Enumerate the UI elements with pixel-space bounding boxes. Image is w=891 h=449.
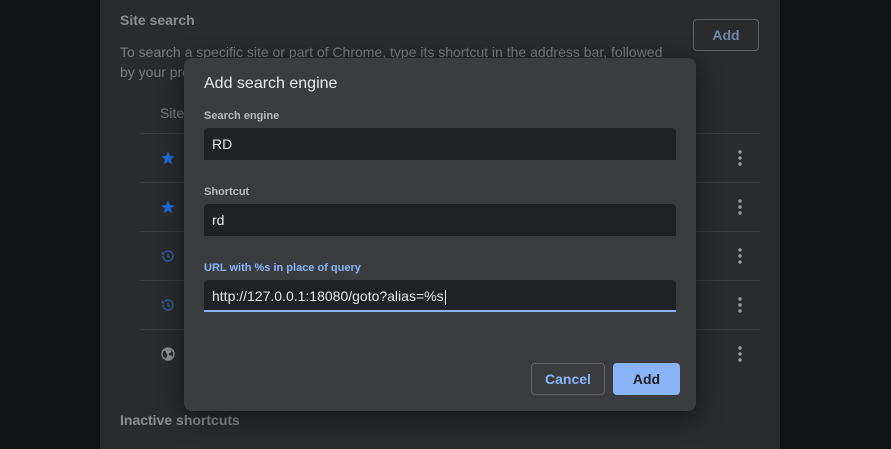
url-label: URL with %s in place of query bbox=[204, 262, 361, 274]
more-vert-icon[interactable] bbox=[737, 297, 743, 313]
search-engine-input[interactable]: RD bbox=[204, 128, 676, 160]
more-vert-icon[interactable] bbox=[737, 150, 743, 166]
shortcut-value: rd bbox=[212, 212, 225, 228]
history-icon bbox=[161, 250, 174, 262]
url-value: http://127.0.0.1:18080/goto?alias=%s bbox=[212, 288, 444, 304]
add-site-search-button[interactable]: Add bbox=[693, 19, 759, 51]
history-icon bbox=[161, 299, 174, 311]
add-button[interactable]: Add bbox=[613, 363, 680, 395]
more-vert-icon[interactable] bbox=[737, 199, 743, 215]
search-engine-value: RD bbox=[212, 136, 233, 152]
url-input[interactable]: http://127.0.0.1:18080/goto?alias=%s bbox=[204, 280, 676, 312]
star-icon bbox=[161, 151, 175, 165]
cancel-button[interactable]: Cancel bbox=[531, 363, 605, 395]
star-icon bbox=[161, 200, 175, 214]
text-caret bbox=[444, 289, 446, 305]
dialog-title: Add search engine bbox=[204, 75, 338, 92]
more-vert-icon[interactable] bbox=[737, 248, 743, 264]
more-vert-icon[interactable] bbox=[737, 346, 743, 362]
section-title: Site search bbox=[120, 12, 195, 28]
inactive-shortcuts-title: Inactive shortcuts bbox=[120, 412, 240, 428]
search-engine-label: Search engine bbox=[204, 110, 280, 122]
globe-icon bbox=[161, 347, 175, 361]
shortcut-input[interactable]: rd bbox=[204, 204, 676, 236]
add-search-engine-dialog: Add search engine Search engine RD Short… bbox=[184, 58, 696, 411]
column-header-site: Site bbox=[160, 105, 185, 121]
shortcut-label: Shortcut bbox=[204, 186, 250, 198]
